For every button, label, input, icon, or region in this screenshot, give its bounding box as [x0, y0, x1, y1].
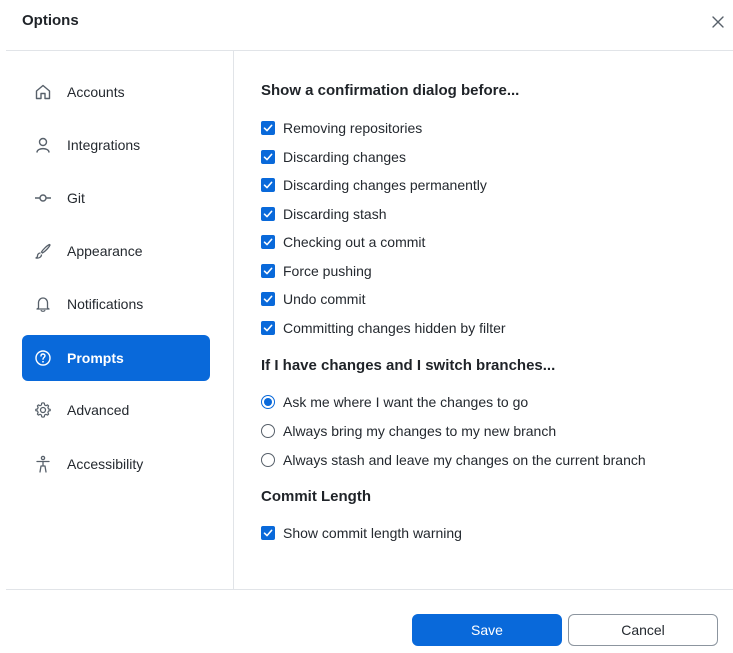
checkbox-checked-icon	[261, 178, 275, 192]
sidebar-item-label: Accounts	[67, 84, 125, 100]
radio-label: Always stash and leave my changes on the…	[283, 452, 646, 468]
options-dialog: Options Accounts Integrations Git Appear…	[0, 0, 733, 653]
checkbox-checked-icon	[261, 264, 275, 278]
bell-icon	[33, 294, 53, 314]
paintbrush-icon	[33, 241, 53, 261]
checkbox-undo-commit[interactable]: Undo commit	[261, 289, 365, 309]
radio-selected-icon	[261, 395, 275, 409]
sidebar-item-label: Appearance	[67, 243, 143, 259]
sidebar-item-appearance[interactable]: Appearance	[22, 228, 210, 274]
checkbox-checked-icon	[261, 150, 275, 164]
radio-label: Always bring my changes to my new branch	[283, 423, 557, 439]
checkbox-label: Committing changes hidden by filter	[283, 320, 506, 336]
checkbox-checked-icon	[261, 121, 275, 135]
prompts-panel: Show a confirmation dialog before... Rem…	[235, 51, 733, 589]
confirmation-section-title: Show a confirmation dialog before...	[261, 82, 520, 99]
close-icon	[712, 16, 724, 28]
sidebar-item-label: Accessibility	[67, 456, 144, 472]
sidebar-item-git[interactable]: Git	[22, 175, 210, 221]
checkbox-checked-icon	[261, 235, 275, 249]
sidebar-item-integrations[interactable]: Integrations	[22, 122, 210, 168]
dialog-title: Options	[22, 12, 79, 29]
sidebar-item-notifications[interactable]: Notifications	[22, 281, 210, 327]
cancel-button[interactable]: Cancel	[568, 614, 718, 646]
checkbox-label: Show commit length warning	[283, 525, 462, 541]
sidebar-item-prompts[interactable]: Prompts	[22, 335, 210, 381]
question-icon	[33, 348, 53, 368]
checkbox-checking-out-commit[interactable]: Checking out a commit	[261, 232, 425, 252]
accessibility-icon	[33, 454, 53, 474]
checkbox-label: Force pushing	[283, 263, 372, 279]
sidebar-item-label: Integrations	[67, 137, 141, 153]
radio-label: Ask me where I want the changes to go	[283, 394, 529, 410]
sidebar-item-label: Notifications	[67, 296, 144, 312]
checkbox-checked-icon	[261, 526, 275, 540]
title-bar: Options	[0, 0, 733, 50]
sidebar-item-label: Prompts	[67, 350, 124, 366]
sidebar-item-label: Git	[67, 190, 85, 206]
radio-unselected-icon	[261, 424, 275, 438]
home-icon	[33, 82, 53, 102]
checkbox-label: Undo commit	[283, 291, 366, 307]
checkbox-checked-icon	[261, 321, 275, 335]
checkbox-force-pushing[interactable]: Force pushing	[261, 261, 372, 281]
close-button[interactable]	[706, 10, 730, 34]
checkbox-label: Checking out a commit	[283, 234, 426, 250]
save-button[interactable]: Save	[412, 614, 562, 646]
radio-ask-me[interactable]: Ask me where I want the changes to go	[261, 392, 528, 412]
person-icon	[33, 135, 53, 155]
checkbox-removing-repositories[interactable]: Removing repositories	[261, 118, 422, 138]
git-commit-icon	[33, 188, 53, 208]
sidebar-item-accounts[interactable]: Accounts	[22, 69, 210, 115]
footer-divider	[6, 589, 733, 590]
sidebar-item-accessibility[interactable]: Accessibility	[22, 441, 210, 487]
sidebar: Accounts Integrations Git Appearance Not…	[0, 51, 234, 589]
checkbox-label: Discarding stash	[283, 206, 387, 222]
checkbox-label: Removing repositories	[283, 120, 423, 136]
sidebar-item-label: Advanced	[67, 402, 130, 418]
radio-unselected-icon	[261, 453, 275, 467]
checkbox-discarding-changes-permanently[interactable]: Discarding changes permanently	[261, 175, 487, 195]
sidebar-item-advanced[interactable]: Advanced	[22, 387, 210, 433]
commit-length-section-title: Commit Length	[261, 488, 371, 505]
switch-branches-section-title: If I have changes and I switch branches.…	[261, 357, 556, 374]
checkbox-commit-length-warning[interactable]: Show commit length warning	[261, 523, 462, 543]
checkbox-label: Discarding changes permanently	[283, 177, 487, 193]
checkbox-discarding-changes[interactable]: Discarding changes	[261, 147, 406, 167]
checkbox-checked-icon	[261, 207, 275, 221]
checkbox-committing-hidden-changes[interactable]: Committing changes hidden by filter	[261, 318, 506, 338]
checkbox-checked-icon	[261, 292, 275, 306]
gear-icon	[33, 400, 53, 420]
checkbox-discarding-stash[interactable]: Discarding stash	[261, 204, 387, 224]
radio-bring-changes[interactable]: Always bring my changes to my new branch	[261, 421, 556, 441]
radio-stash-changes[interactable]: Always stash and leave my changes on the…	[261, 450, 646, 470]
checkbox-label: Discarding changes	[283, 149, 406, 165]
